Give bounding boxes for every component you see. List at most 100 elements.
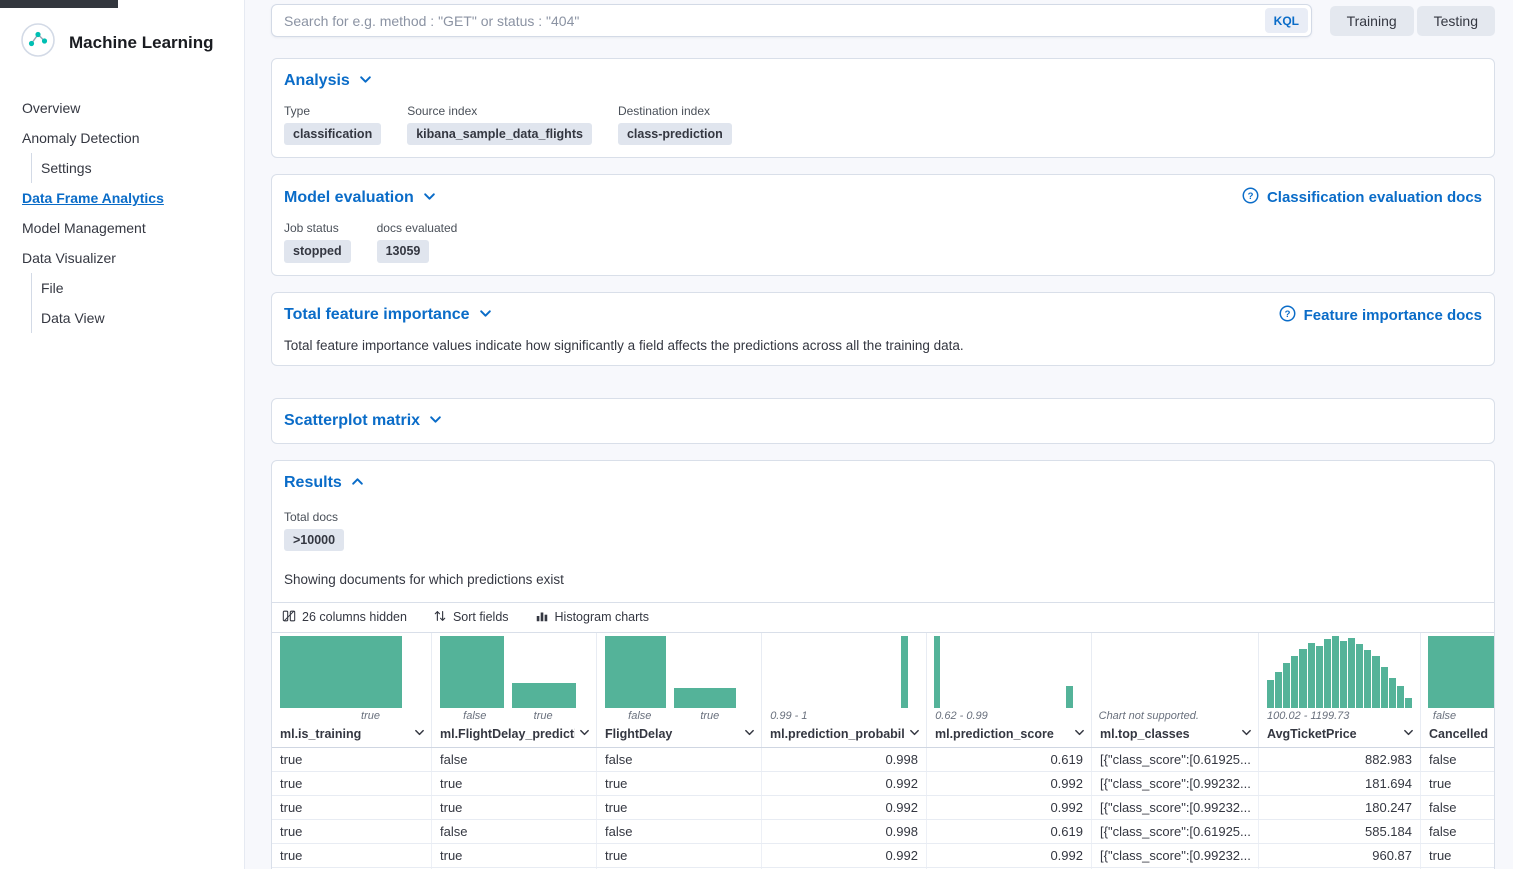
table-cell[interactable]: 0.992	[927, 844, 1092, 867]
histogram-charts-button[interactable]: Histogram charts	[535, 609, 649, 626]
table-cell[interactable]: 585.184	[1259, 820, 1421, 843]
table-cell[interactable]: [{"class_score":[0.61925...	[1092, 820, 1259, 843]
table-cell[interactable]: 0.619	[927, 748, 1092, 771]
column-header-ml.top_classes[interactable]: ml.top_classes	[1092, 725, 1258, 747]
sidebar-item-data-visualizer[interactable]: Data Visualizer	[0, 243, 244, 273]
table-cell[interactable]: 0.619	[927, 820, 1092, 843]
column-header-Cancelled[interactable]: Cancelled	[1421, 725, 1494, 747]
table-cell[interactable]: [{"class_score":[0.99232...	[1092, 772, 1259, 795]
main-content: KQL Training Testing Analysis Type class…	[245, 0, 1513, 869]
column-header-ml.prediction_score[interactable]: ml.prediction_score	[927, 725, 1091, 747]
feature-importance-section-toggle[interactable]: Total feature importance	[284, 305, 492, 325]
table-cell[interactable]: false	[1421, 748, 1494, 771]
table-cell[interactable]: 882.983	[1259, 748, 1421, 771]
grid-header-cell: falsetrueFlightDelay	[597, 633, 762, 747]
table-cell[interactable]: 0.992	[762, 844, 927, 867]
table-cell[interactable]: 0.992	[927, 796, 1092, 819]
table-cell[interactable]: false	[597, 748, 762, 771]
sidebar-item-data-view[interactable]: Data View	[31, 303, 244, 333]
scatterplot-title: Scatterplot matrix	[284, 412, 420, 430]
histogram-label-row: falsetrue	[432, 708, 596, 725]
feature-importance-docs-link[interactable]: ? Feature importance docs	[1279, 305, 1482, 326]
table-cell[interactable]: 181.694	[1259, 772, 1421, 795]
testing-button[interactable]: Testing	[1417, 6, 1495, 36]
column-actions-chevron-icon[interactable]	[579, 727, 590, 741]
table-cell[interactable]: true	[432, 844, 597, 867]
training-button[interactable]: Training	[1330, 6, 1414, 36]
results-grid: trueml.is_trainingfalsetrueml.FlightDela…	[272, 633, 1494, 869]
sidebar-item-overview[interactable]: Overview	[0, 93, 244, 123]
table-cell[interactable]: true	[597, 796, 762, 819]
classification-evaluation-docs-link[interactable]: ? Classification evaluation docs	[1242, 187, 1482, 208]
total-docs-badge: >10000	[284, 529, 344, 551]
column-actions-chevron-icon[interactable]	[1241, 727, 1252, 741]
histogram-bar	[1364, 650, 1371, 708]
sidebar-item-anomaly-detection[interactable]: Anomaly Detection	[0, 123, 244, 153]
sidebar-item-settings[interactable]: Settings	[31, 153, 244, 183]
table-cell[interactable]: true	[272, 796, 432, 819]
column-actions-chevron-icon[interactable]	[1403, 727, 1414, 741]
kql-button[interactable]: KQL	[1265, 8, 1308, 33]
table-row[interactable]: truefalsefalse0.9980.619[{"class_score":…	[272, 748, 1494, 772]
table-cell[interactable]: true	[272, 748, 432, 771]
column-actions-chevron-icon[interactable]	[744, 727, 755, 741]
histogram-label: false	[628, 710, 651, 722]
results-section-toggle[interactable]: Results	[284, 473, 1482, 493]
table-cell[interactable]: false	[432, 748, 597, 771]
column-actions-chevron-icon[interactable]	[1074, 727, 1085, 741]
table-cell[interactable]: true	[272, 820, 432, 843]
table-cell[interactable]: [{"class_score":[0.61925...	[1092, 748, 1259, 771]
table-row[interactable]: truetruetrue0.9920.992[{"class_score":[0…	[272, 796, 1494, 820]
histogram-bar	[674, 688, 736, 708]
table-cell[interactable]: false	[1421, 820, 1494, 843]
column-header-label: ml.FlightDelay_prediction	[440, 727, 575, 741]
search-input[interactable]	[271, 4, 1312, 37]
table-cell[interactable]: 0.998	[762, 748, 927, 771]
table-cell[interactable]: false	[432, 820, 597, 843]
table-cell[interactable]: true	[432, 796, 597, 819]
table-cell[interactable]: 0.992	[762, 772, 927, 795]
table-cell[interactable]: [{"class_score":[0.99232...	[1092, 844, 1259, 867]
table-cell[interactable]: 960.87	[1259, 844, 1421, 867]
histogram-label-row: 100.02 - 1199.73	[1259, 708, 1420, 725]
sidebar-item-data-frame-analytics[interactable]: Data Frame Analytics	[0, 183, 244, 213]
columns-hidden-button[interactable]: 26 columns hidden	[282, 609, 407, 626]
feature-importance-panel: Total feature importance ? Feature impor…	[271, 292, 1495, 366]
table-cell[interactable]: 0.992	[762, 796, 927, 819]
table-cell[interactable]: true	[597, 772, 762, 795]
table-cell[interactable]: true	[272, 844, 432, 867]
column-header-FlightDelay[interactable]: FlightDelay	[597, 725, 761, 747]
scatterplot-section-toggle[interactable]: Scatterplot matrix	[284, 411, 442, 431]
column-header-ml.FlightDelay_prediction[interactable]: ml.FlightDelay_prediction	[432, 725, 596, 747]
table-cell[interactable]: false	[1421, 796, 1494, 819]
table-cell[interactable]: true	[432, 772, 597, 795]
table-cell[interactable]: false	[597, 820, 762, 843]
column-actions-chevron-icon[interactable]	[909, 727, 920, 741]
sort-fields-button[interactable]: Sort fields	[433, 609, 509, 626]
grid-toolbar: 26 columns hidden Sort fields Histogram …	[272, 602, 1494, 633]
table-cell[interactable]: true	[1421, 844, 1494, 867]
sidebar-item-file[interactable]: File	[31, 273, 244, 303]
column-header-ml.is_training[interactable]: ml.is_training	[272, 725, 431, 747]
table-cell[interactable]: 0.998	[762, 820, 927, 843]
analysis-section-toggle[interactable]: Analysis	[284, 71, 372, 91]
table-cell[interactable]: 0.992	[927, 772, 1092, 795]
training-testing-toggle: Training Testing	[1330, 6, 1495, 36]
sidebar-item-model-management[interactable]: Model Management	[0, 213, 244, 243]
table-row[interactable]: truetruetrue0.9920.992[{"class_score":[0…	[272, 772, 1494, 796]
sort-icon	[433, 609, 447, 626]
table-cell[interactable]: true	[597, 844, 762, 867]
table-cell[interactable]: true	[272, 772, 432, 795]
model-evaluation-section-toggle[interactable]: Model evaluation	[284, 188, 436, 208]
table-cell[interactable]: 180.247	[1259, 796, 1421, 819]
table-cell[interactable]: true	[1421, 772, 1494, 795]
histogram-bar	[1066, 686, 1073, 708]
column-header-AvgTicketPrice[interactable]: AvgTicketPrice	[1259, 725, 1420, 747]
table-cell[interactable]: [{"class_score":[0.99232...	[1092, 796, 1259, 819]
table-row[interactable]: truefalsefalse0.9980.619[{"class_score":…	[272, 820, 1494, 844]
column-header-ml.prediction_probability[interactable]: ml.prediction_probability	[762, 725, 926, 747]
columns-hidden-label: 26 columns hidden	[302, 610, 407, 624]
column-actions-chevron-icon[interactable]	[414, 727, 425, 741]
column-header-label: ml.prediction_score	[935, 727, 1070, 741]
table-row[interactable]: truetruetrue0.9920.992[{"class_score":[0…	[272, 844, 1494, 868]
